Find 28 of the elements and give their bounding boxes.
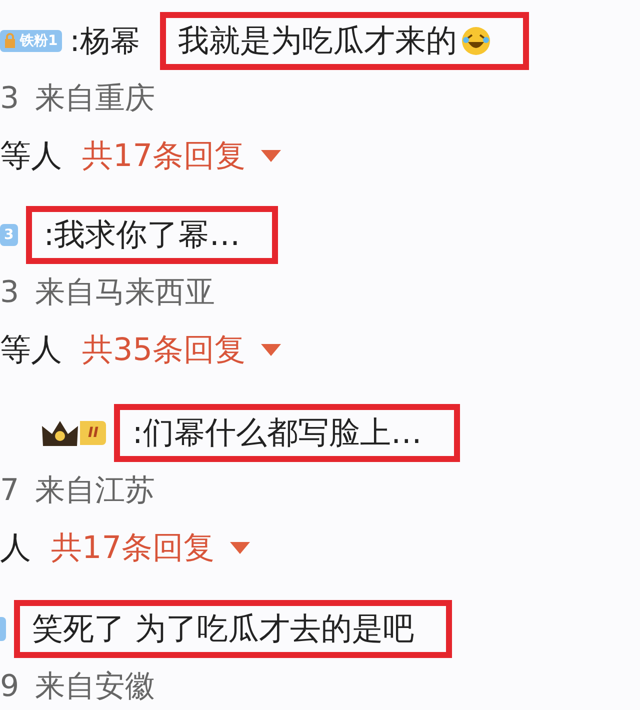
replies-link[interactable]: 共17条回复 <box>51 524 250 572</box>
replies-link[interactable]: 共35条回复 <box>82 326 282 374</box>
comment-location: 来自安徽 <box>35 668 156 706</box>
comment-content: :们幂什么都写脸上… <box>132 414 422 453</box>
fan-badge: 铁粉1 <box>0 30 62 52</box>
laughing-emoji-icon <box>460 26 491 56</box>
fan-badge: 3 <box>0 224 18 246</box>
comment-date: 3 <box>0 80 20 118</box>
comment-content: 我就是为吃瓜才来的 <box>178 22 457 61</box>
comment-date: 3 <box>0 274 20 312</box>
comment-location: 来自重庆 <box>35 80 156 118</box>
comment-content: :我求你了幂… <box>44 216 240 255</box>
comment-content: 笑死了 为了吃瓜才去的是吧 <box>32 610 414 649</box>
author-name[interactable]: :杨幂 <box>70 18 140 64</box>
comment-location: 来自江苏 <box>35 472 156 510</box>
likers-text: 人 <box>0 528 31 568</box>
badge-edge <box>0 617 6 641</box>
caret-icon <box>261 150 282 162</box>
likers-text: 等人 <box>0 330 62 370</box>
comment-date: 9 <box>0 668 20 706</box>
replies-link[interactable]: 共17条回复 <box>82 132 282 180</box>
comment-location: 来自马来西亚 <box>35 274 216 312</box>
caret-icon <box>230 542 250 554</box>
level-badge: II <box>80 421 106 445</box>
comment-date: 7 <box>0 472 20 510</box>
lock-icon <box>4 33 16 49</box>
likers-text: 等人 <box>0 136 62 176</box>
caret-icon <box>261 344 282 356</box>
